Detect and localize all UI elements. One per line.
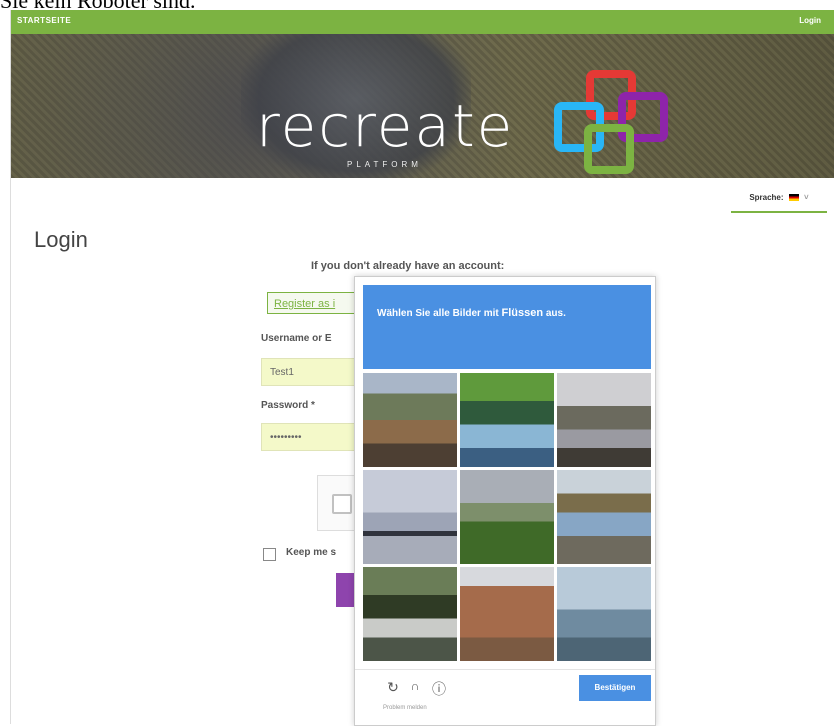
page-title: Login	[34, 227, 88, 252]
chevron-down-icon: ˅	[804, 193, 809, 202]
login-link[interactable]: Login	[799, 16, 821, 25]
password-label: Password *	[261, 400, 315, 411]
verify-button[interactable]: Bestätigen	[579, 675, 651, 701]
recaptcha-tile[interactable]	[557, 373, 651, 467]
header-banner: recreate PLATFORM	[11, 34, 834, 178]
recaptcha-tile[interactable]	[363, 373, 457, 467]
recaptcha-tile[interactable]	[363, 567, 457, 661]
info-icon[interactable]: ⓘ	[431, 679, 447, 699]
top-navigation-bar: STARTSEITE Login	[11, 10, 834, 34]
reload-icon[interactable]: ↻	[385, 679, 401, 696]
recaptcha-challenge-popup: Wählen Sie alle Bilder mit Flüssen aus. …	[354, 276, 656, 726]
keep-logged-in-checkbox[interactable]	[263, 548, 276, 561]
brand-tagline: PLATFORM	[347, 160, 422, 169]
recaptcha-tile[interactable]	[557, 470, 651, 564]
language-label: Sprache:	[749, 193, 784, 202]
recreate-logo-icon	[546, 62, 676, 178]
report-problem-link[interactable]: Problem melden	[383, 705, 427, 711]
german-flag-icon	[788, 194, 799, 202]
recaptcha-instruction: Wählen Sie alle Bilder mit Flüssen aus.	[377, 307, 566, 319]
recaptcha-tile[interactable]	[460, 373, 554, 467]
page-caption: Sie kein Roboter sind.	[0, 0, 196, 13]
language-selector[interactable]: Sprache: ˅	[731, 193, 827, 213]
account-prompt: If you don't already have an account:	[311, 260, 505, 272]
brand-wordmark: recreate	[256, 92, 515, 160]
home-link[interactable]: STARTSEITE	[17, 16, 71, 25]
recaptcha-tile[interactable]	[460, 567, 554, 661]
username-label: Username or E	[261, 333, 332, 344]
recaptcha-keyword: Flüssen	[501, 307, 544, 319]
recaptcha-tile[interactable]	[460, 470, 554, 564]
recaptcha-checkbox[interactable]	[332, 494, 352, 514]
recaptcha-tile[interactable]	[363, 470, 457, 564]
recaptcha-tile[interactable]	[557, 567, 651, 661]
audio-icon[interactable]: ∩	[407, 679, 423, 693]
browser-page: STARTSEITE Login recreate PLATFORM Sprac…	[10, 10, 834, 726]
recaptcha-image-grid	[363, 373, 651, 661]
recaptcha-header: Wählen Sie alle Bilder mit Flüssen aus.	[363, 285, 651, 369]
